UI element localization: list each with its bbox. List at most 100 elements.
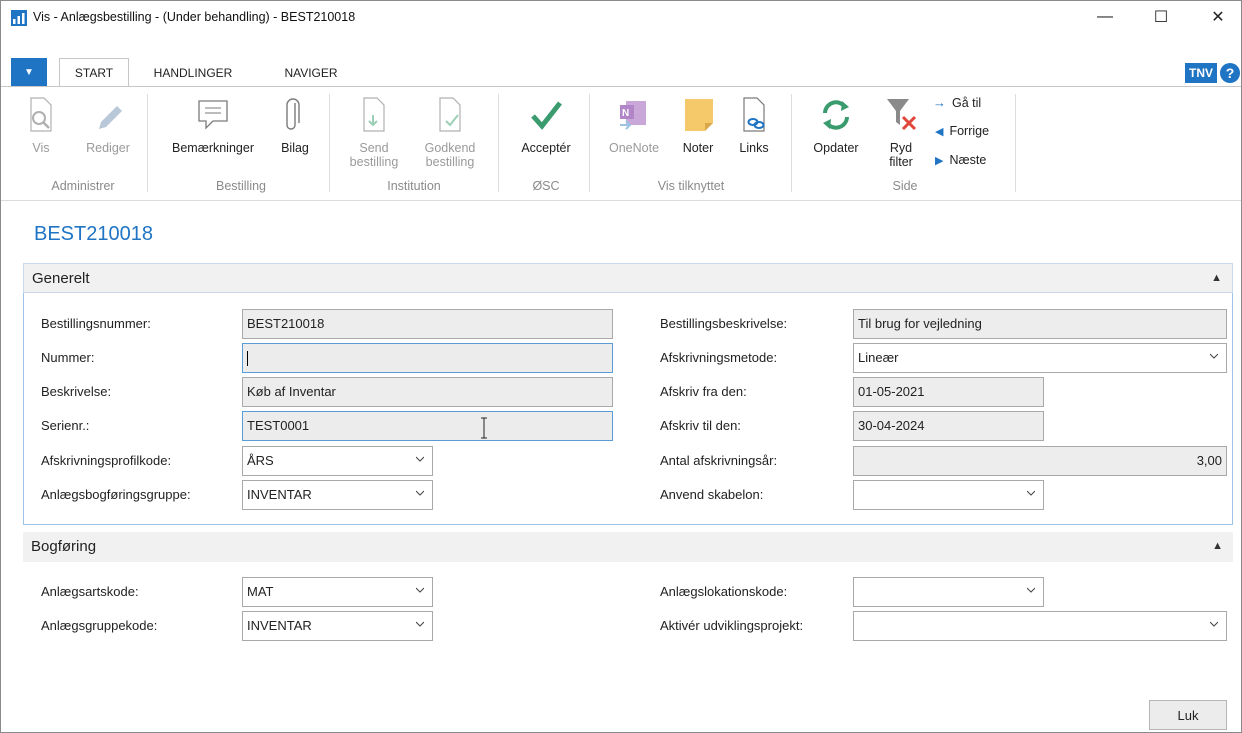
close-button[interactable]: Luk	[1149, 700, 1227, 730]
edit-label: Rediger	[86, 141, 130, 155]
next-label: Næste	[949, 153, 987, 167]
chevron-up-icon[interactable]: ▲	[1212, 540, 1223, 552]
chevron-down-icon	[1027, 490, 1035, 496]
notes-button[interactable]: Noter	[673, 95, 723, 155]
select-anlaegslokationskode[interactable]	[853, 577, 1044, 607]
notes-label: Noter	[682, 141, 714, 155]
minimize-button[interactable]: —	[1082, 1, 1128, 33]
triangle-left-icon: ◀	[935, 125, 944, 138]
app-menu-button[interactable]: ▼	[11, 58, 47, 86]
fasttab-generelt: Generelt ▲	[23, 263, 1233, 525]
chevron-down-icon	[1210, 621, 1218, 627]
view-label: Vis	[32, 141, 50, 155]
links-button[interactable]: Links	[731, 95, 777, 155]
help-icon[interactable]: ?	[1220, 63, 1240, 83]
select-anvend-skabelon[interactable]	[853, 480, 1044, 510]
fasttab-bogforing-header[interactable]: Bogføring ▲	[23, 532, 1233, 562]
tab-handlinger[interactable]: HANDLINGER	[139, 58, 247, 87]
field-bestillingsbeskrivelse[interactable]: Til brug for vejledning	[853, 309, 1227, 339]
triangle-right-icon: ▶	[935, 154, 944, 167]
chevron-down-icon	[1027, 587, 1035, 593]
label-anlaegsartskode: Anlægsartskode:	[41, 584, 139, 599]
refresh-label: Opdater	[813, 141, 859, 155]
group-label-vis-tilknyttet: Vis tilknyttet	[657, 179, 725, 193]
clear-filter-button[interactable]: Ryd filter	[873, 95, 929, 169]
label-antal-afskrivningsar: Antal afskrivningsår:	[660, 453, 778, 468]
accept-button[interactable]: Acceptér	[508, 95, 584, 155]
field-afskriv-fra-den[interactable]: 01-05-2021	[853, 377, 1044, 407]
approve-document-icon	[439, 97, 461, 132]
window-title: Vis - Anlægsbestilling - (Under behandli…	[33, 10, 356, 24]
label-anlaegslokationskode: Anlægslokationskode:	[660, 584, 788, 599]
group-separator	[147, 94, 148, 192]
edit-button[interactable]: Rediger	[76, 95, 140, 155]
label-bestillingsnummer: Bestillingsnummer:	[41, 316, 151, 331]
previous-button[interactable]: ◀ Forrige	[935, 124, 989, 138]
field-afskriv-til-den[interactable]: 30-04-2024	[853, 411, 1044, 441]
tab-naviger[interactable]: NAVIGER	[269, 58, 353, 87]
group-separator	[791, 94, 792, 192]
comment-icon	[198, 100, 228, 130]
svg-text:N: N	[622, 108, 629, 119]
chevron-down-icon	[416, 587, 424, 593]
goto-label: Gå til	[952, 95, 982, 110]
link-document-icon	[743, 97, 765, 132]
select-anlaegsbogforingsgruppe[interactable]: INVENTAR	[242, 480, 433, 510]
text-caret	[247, 351, 248, 367]
chevron-down-icon	[416, 621, 424, 627]
next-button[interactable]: ▶ Næste	[935, 153, 986, 167]
select-anlaegsgruppekode[interactable]: INVENTAR	[242, 611, 433, 641]
field-bestillingsnummer[interactable]: BEST210018	[242, 309, 613, 339]
app-window: Vis - Anlægsbestilling - (Under behandli…	[0, 0, 1242, 733]
approve-order-button[interactable]: Godkend bestilling	[411, 95, 489, 169]
clear-filter-label-2: filter	[889, 155, 913, 169]
comments-button[interactable]: Bemærkninger	[159, 95, 267, 155]
onenote-button[interactable]: N OneNote	[599, 95, 669, 155]
arrow-right-icon: →	[933, 95, 946, 110]
label-afskrivningsmetode: Afskrivningsmetode:	[660, 350, 778, 365]
label-anlaegsgruppekode: Anlægsgruppekode:	[41, 618, 158, 633]
onenote-label: OneNote	[608, 141, 660, 155]
close-window-button[interactable]: ✕	[1195, 1, 1241, 33]
app-logo-icon	[11, 10, 27, 26]
attachments-button[interactable]: Bilag	[273, 95, 317, 155]
select-afskrivningsmetode[interactable]: Lineær	[853, 343, 1227, 373]
checkmark-icon	[531, 101, 562, 130]
user-badge[interactable]: TNV	[1185, 63, 1217, 83]
i-beam-cursor-icon	[480, 417, 488, 439]
select-anlaegsartskode[interactable]: MAT	[242, 577, 433, 607]
approve-order-label-1: Godkend	[424, 141, 476, 155]
send-order-label-1: Send	[359, 141, 389, 155]
chevron-down-icon	[416, 456, 424, 462]
chevron-up-icon[interactable]: ▲	[1211, 272, 1222, 284]
field-serienr[interactable]: TEST0001	[242, 411, 613, 441]
comments-label: Bemærkninger	[172, 141, 254, 155]
group-label-bestilling: Bestilling	[215, 179, 267, 193]
maximize-button[interactable]: ☐	[1138, 1, 1184, 33]
label-bestillingsbeskrivelse: Bestillingsbeskrivelse:	[660, 316, 788, 331]
label-afskriv-fra-den: Afskriv fra den:	[660, 384, 747, 399]
group-label-institution: Institution	[387, 179, 441, 193]
select-afskrivningsprofilkode-value: ÅRS	[247, 453, 274, 468]
fasttab-generelt-header[interactable]: Generelt ▲	[23, 263, 1233, 293]
refresh-button[interactable]: Opdater	[801, 95, 871, 155]
note-icon	[685, 99, 713, 131]
view-button[interactable]: Vis	[23, 95, 59, 155]
select-afskrivningsmetode-value: Lineær	[858, 350, 899, 365]
select-afskrivningsprofilkode[interactable]: ÅRS	[242, 446, 433, 476]
view-icon	[30, 97, 52, 132]
select-anlaegsbogforingsgruppe-value: INVENTAR	[247, 487, 312, 502]
group-separator	[498, 94, 499, 192]
goto-button[interactable]: → Gå til	[933, 95, 981, 110]
clear-filter-icon	[887, 99, 917, 131]
field-antal-afskrivningsar: 3,00	[853, 446, 1227, 476]
group-label-osc: ØSC	[532, 179, 560, 193]
tab-start[interactable]: START	[59, 58, 129, 87]
label-serienr: Serienr.:	[41, 418, 90, 433]
select-aktiver-udviklingsprojekt[interactable]	[853, 611, 1227, 641]
send-document-icon	[363, 97, 385, 132]
title-bar: Vis - Anlægsbestilling - (Under behandli…	[1, 1, 1241, 33]
field-beskrivelse[interactable]: Køb af Inventar	[242, 377, 613, 407]
send-order-button[interactable]: Send bestilling	[339, 95, 409, 169]
field-nummer[interactable]	[242, 343, 613, 373]
